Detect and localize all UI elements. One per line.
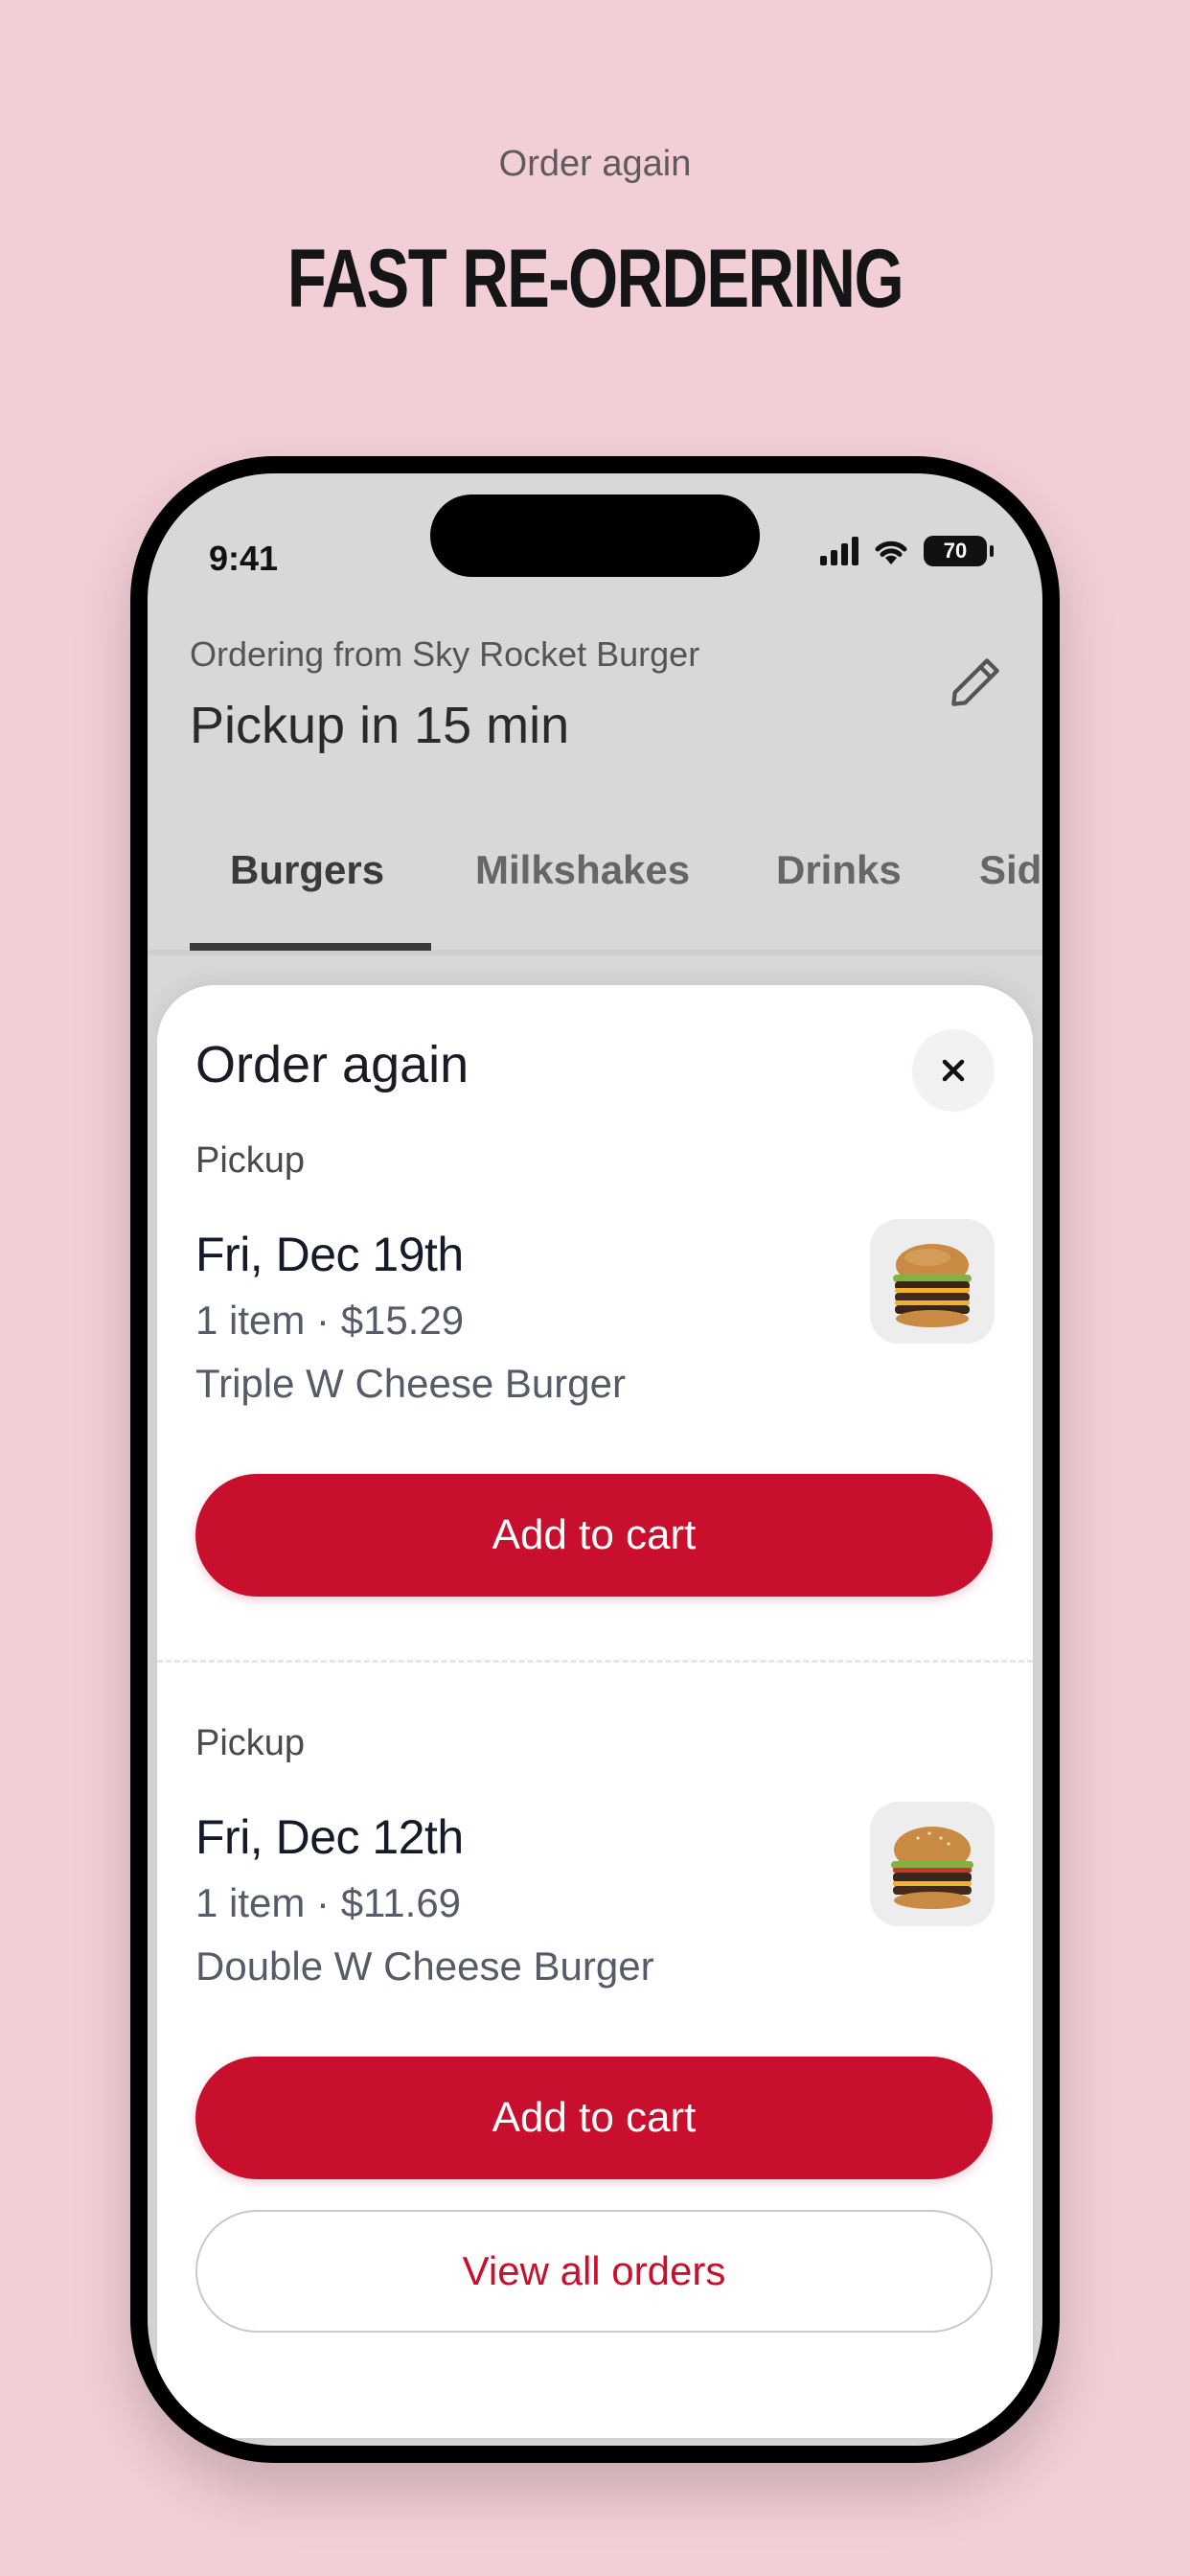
- order-date: Fri, Dec 19th: [195, 1228, 464, 1281]
- pencil-icon[interactable]: [945, 652, 1006, 713]
- triple-burger-image: [870, 1219, 995, 1344]
- order-item-name: Double W Cheese Burger: [195, 1944, 654, 1989]
- add-to-cart-button[interactable]: Add to cart: [195, 1474, 993, 1597]
- order-item-name: Triple W Cheese Burger: [195, 1361, 626, 1406]
- pickup-time: Pickup in 15 min: [190, 697, 570, 754]
- order-meta: 1 item · $11.69: [195, 1880, 462, 1925]
- wifi-icon: [875, 540, 907, 564]
- tab-drinks[interactable]: Drinks: [776, 818, 902, 922]
- order-meta: 1 item · $15.29: [195, 1298, 465, 1343]
- tab-sides[interactable]: Sides: [979, 818, 1042, 922]
- order-date: Fri, Dec 12th: [195, 1810, 464, 1864]
- category-tabs: Burgers Milkshakes Drinks Sides: [190, 818, 1042, 933]
- close-icon: [942, 1059, 965, 1082]
- tab-milkshakes[interactable]: Milkshakes: [475, 818, 690, 922]
- tab-burgers[interactable]: Burgers: [230, 818, 384, 922]
- close-button[interactable]: [912, 1029, 995, 1112]
- order-divider: [157, 1660, 1033, 1663]
- phone-frame: 9:41 70 Ordering from Sky Rocket Burger …: [130, 456, 1060, 2463]
- promo-subtitle: Order again: [498, 144, 692, 184]
- status-icons: 70: [820, 527, 994, 575]
- phone-screen: 9:41 70 Ordering from Sky Rocket Burger …: [148, 473, 1042, 2446]
- order-type-label: Pickup: [195, 1723, 306, 1763]
- promo-title: FAST RE-ORDERING: [286, 233, 904, 325]
- sheet-title: Order again: [195, 1036, 469, 1093]
- order-again-sheet: Order again Pickup Fri, Dec 19th 1 item …: [157, 985, 1033, 2438]
- order-type-label: Pickup: [195, 1140, 306, 1181]
- double-burger-image: [870, 1802, 995, 1926]
- add-to-cart-button[interactable]: Add to cart: [195, 2057, 993, 2179]
- signal-icon: [820, 537, 858, 565]
- status-time: 9:41: [209, 539, 279, 578]
- view-all-orders-button[interactable]: View all orders: [195, 2210, 993, 2333]
- battery-icon: 70: [924, 536, 994, 566]
- dynamic-island: [430, 494, 760, 577]
- ordering-from-label: Ordering from Sky Rocket Burger: [190, 634, 700, 674]
- tab-active-indicator: [190, 943, 431, 951]
